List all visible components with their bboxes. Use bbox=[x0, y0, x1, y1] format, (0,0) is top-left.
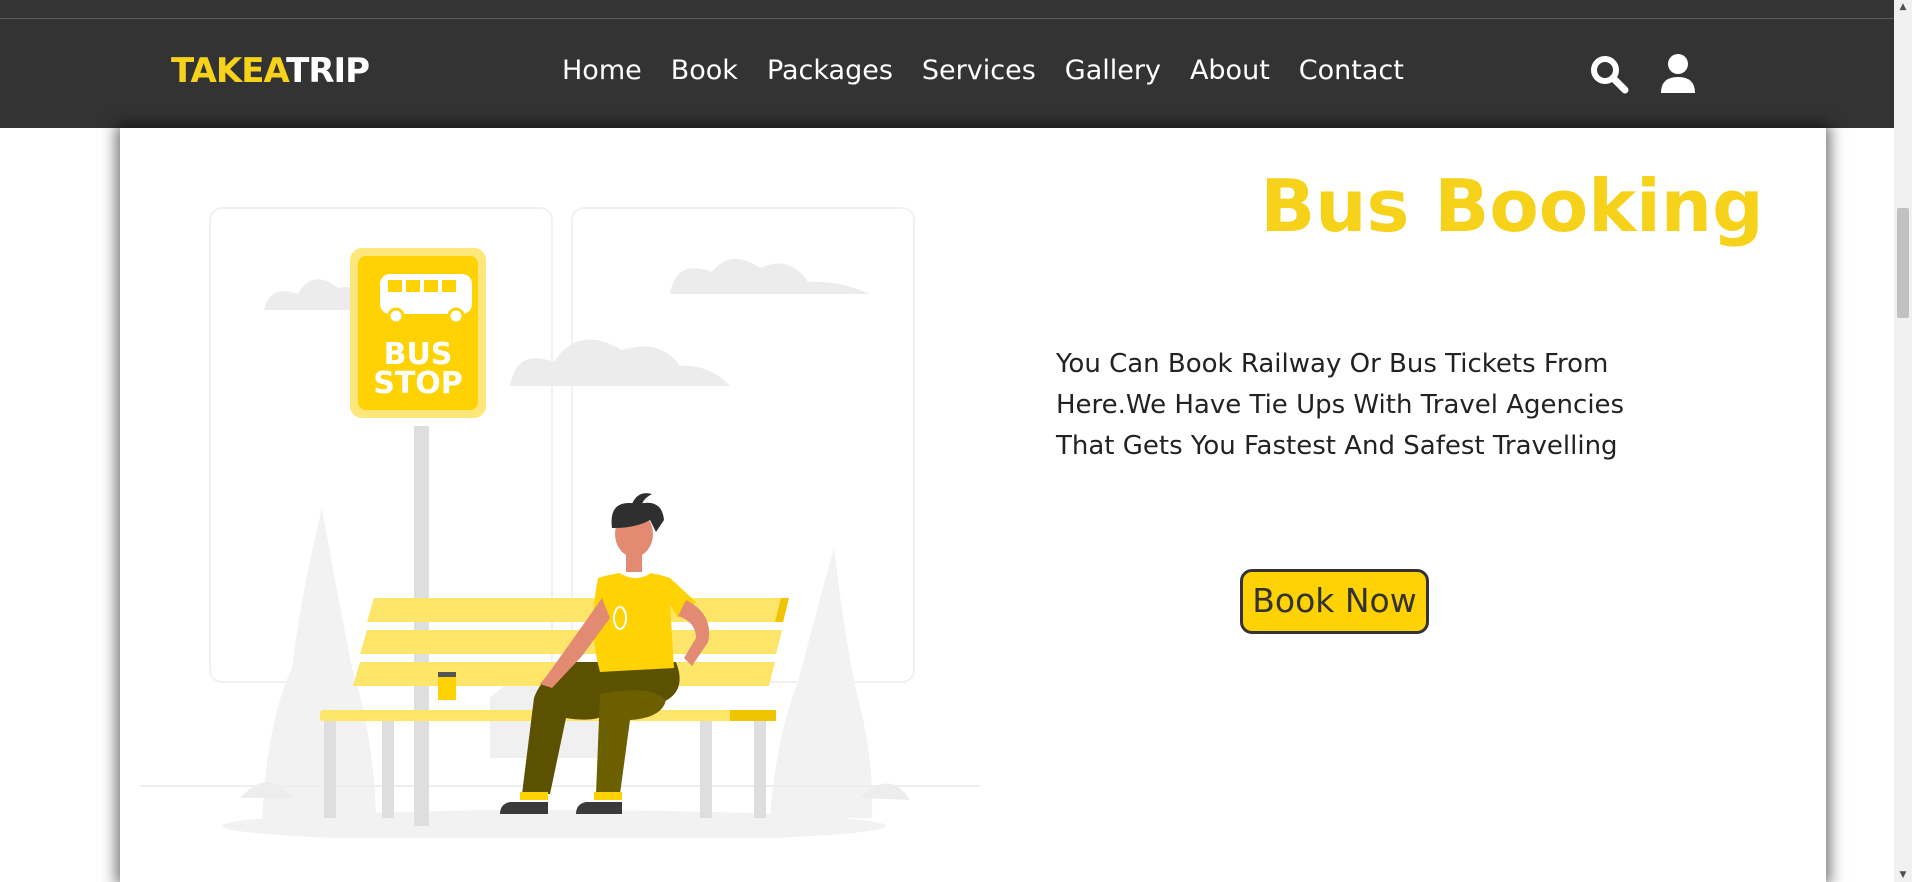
nav-item-packages[interactable]: Packages bbox=[767, 54, 893, 88]
booking-card: BUS STOP Bus Booking You Can Book Railwa… bbox=[120, 128, 1826, 882]
site-logo[interactable]: TAKEATRIP bbox=[171, 51, 370, 91]
scrollbar[interactable]: ▲ ▼ bbox=[1894, 0, 1912, 882]
nav-item-home[interactable]: Home bbox=[562, 54, 642, 88]
nav-item-services[interactable]: Services bbox=[922, 54, 1036, 88]
browser-top-strip bbox=[0, 0, 1894, 18]
nav-item-book[interactable]: Book bbox=[671, 54, 738, 88]
scroll-up-arrow-icon[interactable]: ▲ bbox=[1898, 2, 1908, 12]
logo-part-white: TRIP bbox=[286, 51, 370, 91]
bus-stop-sign-line2: STOP bbox=[373, 366, 463, 401]
scroll-down-arrow-icon[interactable]: ▼ bbox=[1898, 870, 1908, 880]
navbar: TAKEATRIP Home Book Packages Services Ga… bbox=[0, 18, 1894, 128]
scrollbar-thumb[interactable] bbox=[1897, 208, 1909, 318]
nav-item-about[interactable]: About bbox=[1190, 54, 1270, 88]
description-text: You Can Book Railway Or Bus Tickets From… bbox=[1056, 349, 1625, 461]
search-icon[interactable] bbox=[1588, 53, 1630, 95]
logo-part-yellow: TAKEA bbox=[171, 51, 287, 91]
bus-stop-illustration: BUS STOP bbox=[140, 207, 980, 838]
nav-item-gallery[interactable]: Gallery bbox=[1065, 54, 1161, 88]
nav-item-contact[interactable]: Contact bbox=[1299, 54, 1404, 88]
nav-menu: Home Book Packages Services Gallery Abou… bbox=[562, 54, 1404, 88]
page-title: Bus Booking bbox=[1260, 164, 1764, 248]
book-now-button[interactable]: Book Now bbox=[1240, 569, 1429, 634]
user-icon[interactable] bbox=[1657, 53, 1699, 95]
